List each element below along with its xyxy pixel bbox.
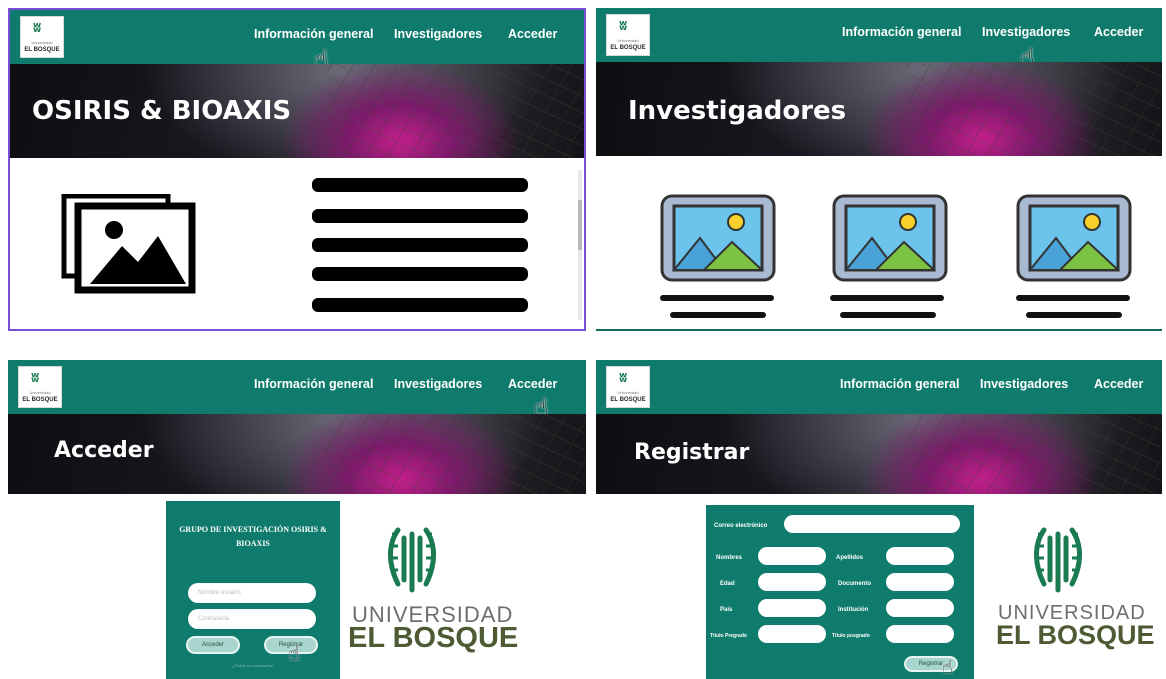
logo-small-text: Universidad	[617, 38, 639, 43]
postgrad-label: Título posgrado	[832, 633, 870, 639]
institution-input[interactable]	[886, 599, 954, 617]
nav-info-general[interactable]: Información general	[840, 377, 959, 391]
institution-label: Institución	[838, 607, 869, 613]
nav-researchers[interactable]: Investigadores	[394, 27, 482, 41]
banner-title: Investigadores	[628, 96, 847, 126]
logo-name-text: EL BOSQUE	[610, 397, 646, 403]
navbar: ʬ Universidad EL BOSQUE Información gene…	[596, 360, 1162, 414]
university-logo[interactable]: ʬ Universidad EL BOSQUE	[606, 366, 650, 408]
logo-emblem-icon: ʬ	[619, 18, 628, 34]
researcher-photo-icon	[660, 194, 776, 282]
surnames-input[interactable]	[886, 547, 954, 565]
username-input[interactable]: Nombre usuario	[188, 583, 316, 603]
text-placeholder-line	[312, 178, 528, 192]
nav-login[interactable]: Acceder	[508, 377, 557, 391]
surnames-label: Apellidos	[836, 555, 864, 561]
university-logo[interactable]: ʬ Universidad EL BOSQUE	[18, 366, 62, 408]
form-title: GRUPO DE INVESTIGACIÓN OSIRIS & BIOAXIS	[179, 525, 327, 548]
age-input[interactable]	[758, 573, 826, 591]
login-form: GRUPO DE INVESTIGACIÓN OSIRIS & BIOAXIS …	[166, 501, 340, 679]
nav-login[interactable]: Acceder	[1094, 377, 1143, 391]
hero-banner: Acceder	[8, 414, 586, 494]
document-input[interactable]	[886, 573, 954, 591]
email-input[interactable]	[784, 515, 960, 533]
researcher-photo-icon	[1016, 194, 1132, 282]
nav-researchers[interactable]: Investigadores	[394, 377, 482, 391]
password-input[interactable]: Contraseña	[188, 609, 316, 629]
document-label: Documento	[838, 581, 871, 587]
nav-researchers[interactable]: Investigadores	[982, 25, 1070, 39]
navbar: ʬ Universidad EL BOSQUE Información gene…	[10, 10, 584, 64]
hand-cursor-icon: ☝	[942, 657, 953, 677]
university-logo[interactable]: ʬ Universidad EL BOSQUE	[20, 16, 64, 58]
role-placeholder-line	[1026, 312, 1122, 318]
researcher-photo-icon	[832, 194, 948, 282]
mockup-register: ʬ Universidad EL BOSQUE Información gene…	[596, 360, 1162, 679]
banner-title: OSIRIS & BIOAXIS	[32, 96, 292, 126]
university-emblem-icon	[388, 527, 436, 593]
text-placeholder-line	[312, 298, 528, 312]
navbar: ʬ Universidad EL BOSQUE Información gene…	[596, 8, 1162, 62]
hand-cursor-icon: ☝	[288, 643, 301, 665]
nav-info-general[interactable]: Información general	[842, 25, 961, 39]
name-placeholder-line	[660, 295, 774, 301]
university-name: EL BOSQUE	[348, 622, 519, 654]
names-label: Nombres	[716, 555, 743, 561]
mockup-home: ʬ Universidad EL BOSQUE Información gene…	[8, 8, 586, 331]
logo-name-text: EL BOSQUE	[610, 45, 646, 51]
undergrad-label: Título Pregrado	[710, 633, 747, 639]
nav-login[interactable]: Acceder	[508, 27, 557, 41]
logo-emblem-icon: ʬ	[33, 20, 42, 36]
role-placeholder-line	[840, 312, 936, 318]
nav-login[interactable]: Acceder	[1094, 25, 1143, 39]
mockup-researchers: ʬ Universidad EL BOSQUE Información gene…	[596, 8, 1162, 331]
country-input[interactable]	[758, 599, 826, 617]
university-logo[interactable]: ʬ Universidad EL BOSQUE	[606, 14, 650, 56]
postgrad-input[interactable]	[886, 625, 954, 643]
logo-emblem-icon: ʬ	[619, 370, 628, 386]
university-emblem-icon	[1034, 527, 1082, 593]
logo-name-text: EL BOSQUE	[22, 397, 58, 403]
logo-name-text: EL BOSQUE	[24, 47, 60, 53]
login-button[interactable]: Acceder	[186, 636, 240, 654]
nav-researchers[interactable]: Investigadores	[980, 377, 1068, 391]
names-input[interactable]	[758, 547, 826, 565]
mockup-login: ʬ Universidad EL BOSQUE Información gene…	[8, 360, 586, 679]
gallery-image-icon	[61, 194, 196, 294]
university-name: EL BOSQUE	[996, 620, 1155, 650]
hero-banner: OSIRIS & BIOAXIS	[10, 64, 584, 158]
hero-banner: Registrar	[596, 414, 1162, 494]
text-placeholder-line	[312, 238, 528, 252]
text-placeholder-line	[312, 267, 528, 281]
name-placeholder-line	[1016, 295, 1130, 301]
logo-small-text: Universidad	[29, 390, 51, 395]
hero-banner: Investigadores	[596, 62, 1162, 156]
country-label: País	[720, 607, 733, 613]
undergrad-input[interactable]	[758, 625, 826, 643]
logo-small-text: Universidad	[617, 390, 639, 395]
register-form: Correo electrónico Nombres Apellidos Eda…	[706, 505, 974, 679]
scrollbar[interactable]	[578, 170, 582, 320]
logo-small-text: Universidad	[31, 40, 53, 45]
nav-info-general[interactable]: Información general	[254, 377, 373, 391]
name-placeholder-line	[830, 295, 944, 301]
forgot-password-link[interactable]: ¿Olvidó su contraseña?	[166, 663, 340, 668]
role-placeholder-line	[670, 312, 766, 318]
age-label: Edad	[720, 581, 735, 587]
banner-title: Acceder	[54, 438, 154, 463]
banner-title: Registrar	[634, 440, 750, 465]
text-placeholder-line	[312, 209, 528, 223]
logo-emblem-icon: ʬ	[31, 370, 40, 386]
email-label: Correo electrónico	[714, 523, 768, 529]
nav-info-general[interactable]: Información general	[254, 27, 373, 41]
navbar: ʬ Universidad EL BOSQUE Información gene…	[8, 360, 586, 414]
